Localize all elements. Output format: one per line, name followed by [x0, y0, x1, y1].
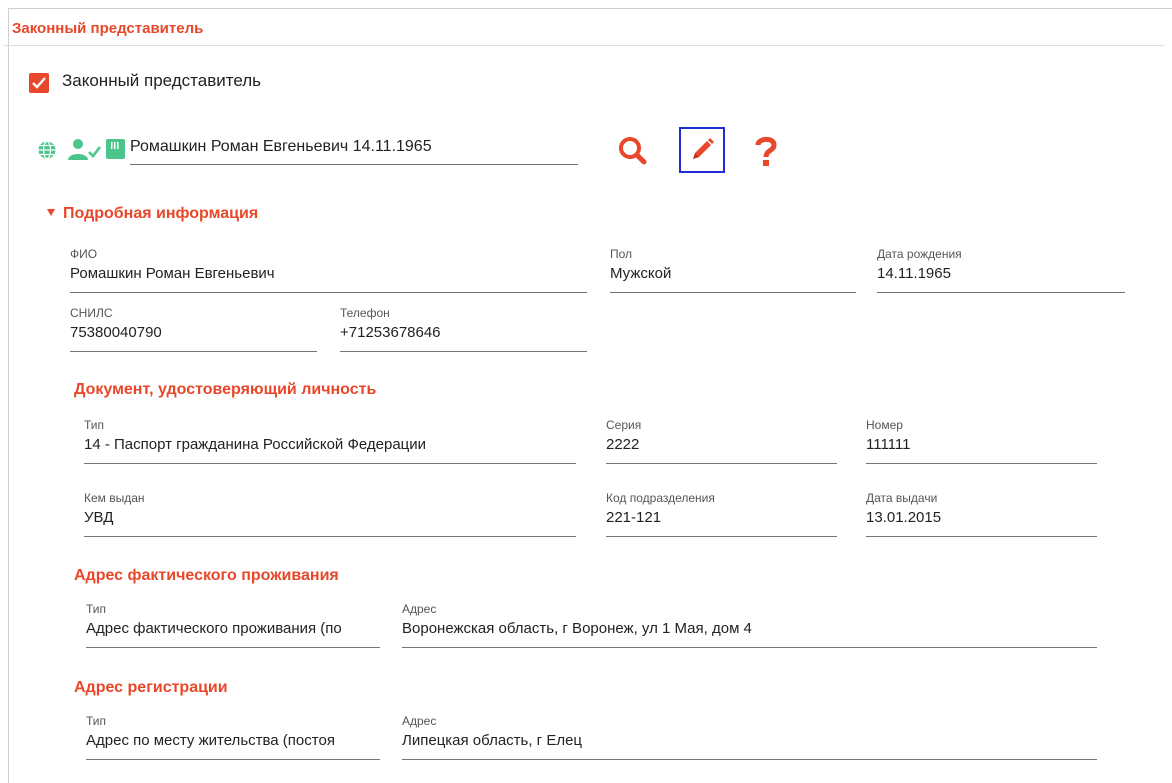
doc-number-field[interactable]: Номер 111111 [866, 418, 1097, 464]
registration-address-type-label: Тип [86, 714, 107, 728]
card-icon[interactable] [106, 139, 125, 159]
registration-address-label: Адрес [402, 714, 437, 728]
birth-date-value: 14.11.1965 [877, 265, 951, 282]
details-toggle[interactable]: Подробная информация [47, 205, 258, 223]
checkbox-label[interactable]: Законный представитель [62, 71, 261, 91]
registration-address-title: Адрес регистрации [74, 679, 228, 696]
issue-date-value: 13.01.2015 [866, 509, 942, 526]
fio-value: Ромашкин Роман Евгеньевич [70, 265, 275, 282]
doc-number-label: Номер [866, 418, 903, 432]
doc-series-value: 2222 [606, 436, 640, 453]
phone-label: Телефон [340, 306, 390, 320]
doc-type-field[interactable]: Тип 14 - Паспорт гражданина Российской Ф… [84, 418, 576, 464]
snils-field[interactable]: СНИЛС 75380040790 [70, 306, 317, 352]
doc-type-label: Тип [84, 418, 105, 432]
snils-label: СНИЛС [70, 306, 113, 320]
gender-field[interactable]: Пол Мужской [610, 247, 856, 293]
actual-address-type-value: Адрес фактического проживания (по [86, 620, 342, 637]
gender-label: Пол [610, 247, 633, 261]
search-button[interactable] [610, 128, 656, 174]
fio-field[interactable]: ФИО Ромашкин Роман Евгеньевич [70, 247, 587, 293]
id-document-title: Документ, удостоверяющий личность [74, 381, 377, 398]
doc-series-field[interactable]: Серия 2222 [606, 418, 837, 464]
registration-address-value: Липецкая область, г Елец [402, 732, 583, 749]
collapse-triangle-icon [47, 209, 55, 216]
issue-date-field[interactable]: Дата выдачи 13.01.2015 [866, 491, 1097, 537]
doc-series-label: Серия [606, 418, 642, 432]
issued-by-value: УВД [84, 509, 114, 526]
birth-date-label: Дата рождения [877, 247, 962, 261]
gender-value: Мужской [610, 265, 672, 282]
snils-value: 75380040790 [70, 324, 162, 341]
person-select-value: Ромашкин Роман Евгеньевич 14.11.1965 [130, 138, 432, 155]
fio-label: ФИО [70, 247, 98, 261]
pencil-icon [693, 138, 714, 159]
phone-field[interactable]: Телефон +71253678646 [340, 306, 587, 352]
division-code-label: Код подразделения [606, 491, 715, 505]
actual-address-label: Адрес [402, 602, 437, 616]
actual-address-title: Адрес фактического проживания [74, 567, 339, 584]
section-title: Законный представитель [12, 20, 204, 37]
doc-number-value: 111111 [866, 436, 911, 453]
registration-address-field[interactable]: Адрес Липецкая область, г Елец [402, 714, 1097, 760]
division-code-field[interactable]: Код подразделения 221-121 [606, 491, 837, 537]
person-check-icon[interactable] [67, 138, 101, 162]
actual-address-field[interactable]: Адрес Воронежская область, г Воронеж, ул… [402, 602, 1097, 648]
globe-icon[interactable] [37, 140, 57, 160]
phone-value: +71253678646 [340, 324, 441, 341]
actual-address-value: Воронежская область, г Воронеж, ул 1 Мая… [402, 620, 752, 637]
edit-button[interactable] [679, 127, 725, 173]
division-code-value: 221-121 [606, 509, 662, 526]
doc-type-value: 14 - Паспорт гражданина Российской Федер… [84, 436, 427, 453]
legal-representative-checkbox[interactable] [29, 73, 49, 93]
search-icon [619, 137, 647, 165]
birth-date-field[interactable]: Дата рождения 14.11.1965 [877, 247, 1125, 293]
actual-address-type-field[interactable]: Тип Адрес фактического проживания (по [86, 602, 380, 648]
issued-by-label: Кем выдан [84, 491, 145, 505]
help-button[interactable] [746, 128, 792, 174]
issue-date-label: Дата выдачи [866, 491, 938, 505]
issued-by-field[interactable]: Кем выдан УВД [84, 491, 576, 537]
actual-address-type-label: Тип [86, 602, 107, 616]
details-title: Подробная информация [63, 205, 259, 222]
section-divider [4, 45, 1164, 46]
checkmark-icon [32, 77, 46, 89]
registration-address-type-field[interactable]: Тип Адрес по месту жительства (постоя [86, 714, 380, 760]
question-icon [755, 136, 777, 166]
person-select-field[interactable]: Ромашкин Роман Евгеньевич 14.11.1965 [130, 134, 578, 165]
registration-address-type-value: Адрес по месту жительства (постоя [86, 732, 335, 749]
